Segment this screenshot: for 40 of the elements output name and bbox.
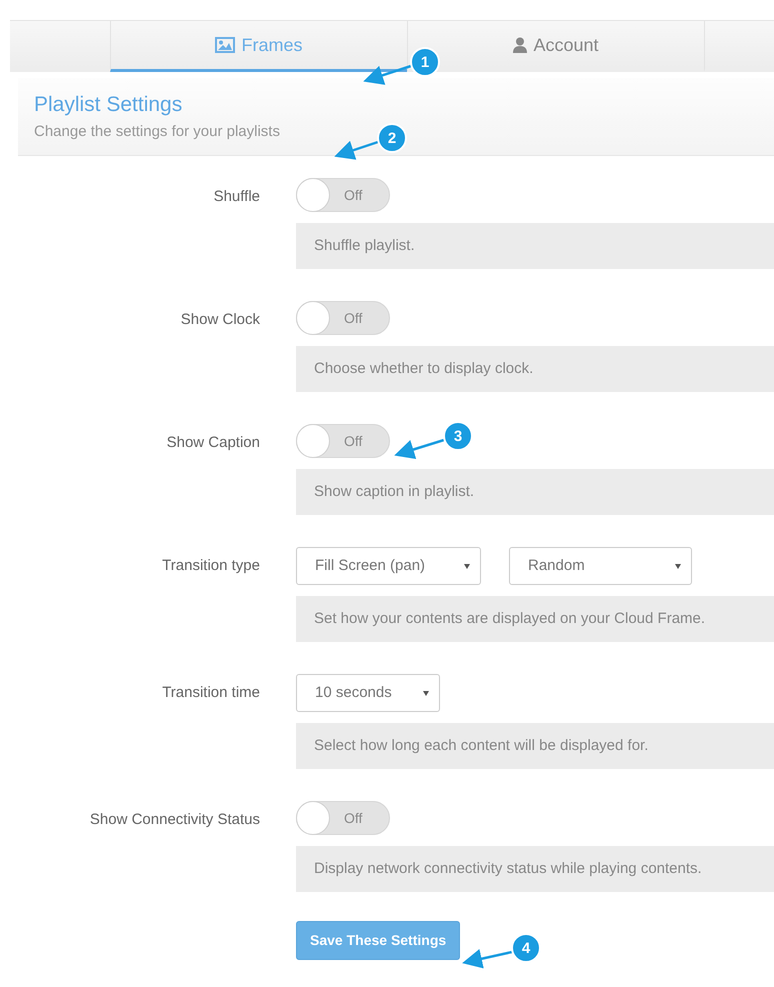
dropdown[interactable]: Random (509, 547, 692, 585)
setting-label: Show Caption (166, 433, 261, 453)
callout-number: 3 (454, 428, 462, 445)
setting-label: Transition type (161, 556, 261, 576)
callout-arrow (394, 438, 444, 460)
tab[interactable]: Frames (110, 21, 407, 72)
caret-icon (464, 564, 470, 568)
help-text: Set how your contents are displayed on your Cloud Frame. (296, 596, 774, 642)
callout-badge (410, 47, 440, 77)
toggle-switch[interactable]: Off (296, 301, 390, 335)
setting-label: Show Connectivity Status (88, 810, 261, 830)
help-text: Choose whether to display clock. (296, 346, 774, 392)
save-button[interactable]: Save These Settings (296, 921, 460, 960)
callout-number: 2 (388, 130, 396, 147)
callout-number: 1 (420, 54, 430, 71)
picture-icon (215, 37, 236, 53)
callout-number: 4 (522, 940, 530, 957)
toggle-switch[interactable]: Off (296, 178, 390, 212)
help-text: Shuffle playlist. (296, 223, 774, 269)
setting-label: Shuffle (212, 187, 261, 207)
dropdown[interactable]: Fill Screen (pan) (296, 547, 481, 585)
callout-badge (443, 421, 473, 451)
callout-badge (511, 933, 541, 963)
toggle-switch[interactable]: Off (296, 424, 390, 458)
help-text: Show caption in playlist. (296, 469, 774, 515)
panel-subtitle: Change the settings for your playlists (34, 122, 280, 142)
callout-arrow (363, 64, 412, 85)
caret-icon (675, 564, 681, 568)
callout-badge (377, 123, 407, 153)
toggle-switch[interactable]: Off (296, 801, 390, 835)
setting-label: Transition time (161, 683, 261, 703)
callout-arrow (462, 948, 512, 968)
help-text: Display network connectivity status while playing contents. (296, 846, 774, 892)
dropdown[interactable]: 10 seconds (296, 674, 440, 712)
setting-label: Show Clock (180, 310, 261, 330)
help-text: Select how long each content will be displayed for. (296, 723, 774, 769)
callout-arrow (334, 140, 378, 160)
user-icon (513, 37, 528, 53)
caret-icon (423, 690, 429, 696)
panel-title: Playlist Settings (34, 92, 182, 118)
